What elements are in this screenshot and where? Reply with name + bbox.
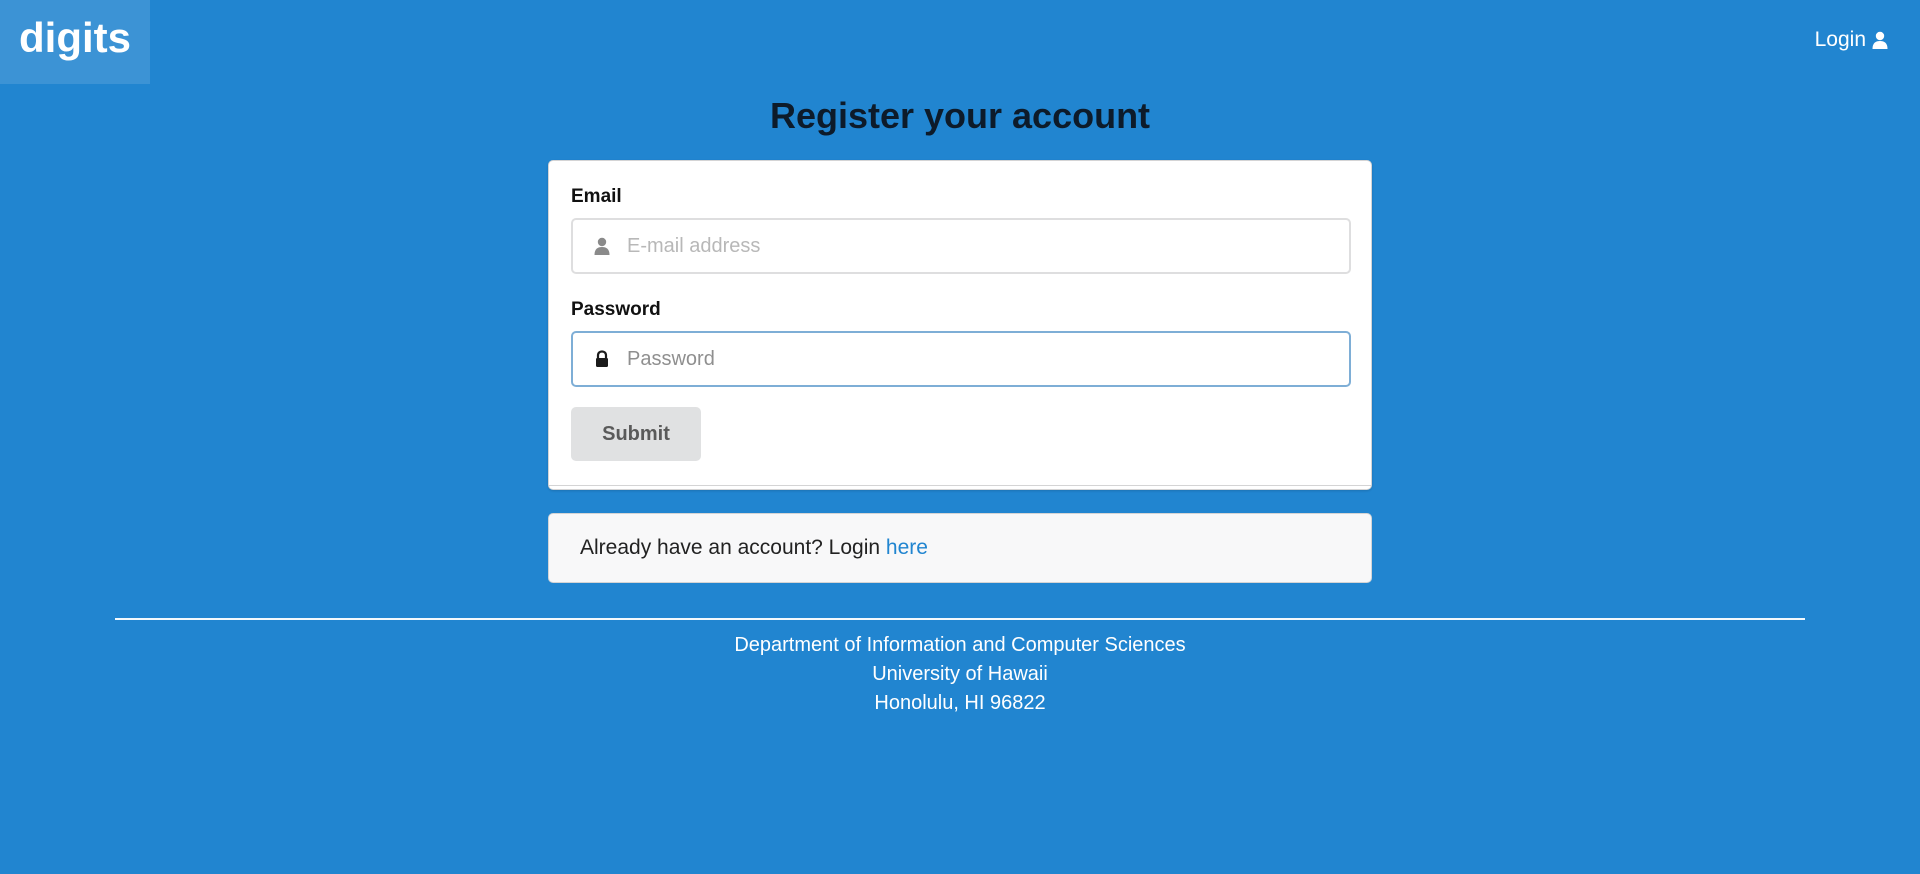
email-field-wrapper[interactable] — [571, 218, 1351, 274]
footer-department: Department of Information and Computer S… — [734, 634, 1186, 656]
email-label: Email — [571, 186, 622, 207]
footer-university: University of Hawaii — [872, 663, 1048, 685]
password-label: Password — [571, 299, 661, 320]
lock-icon — [593, 350, 611, 368]
page-title: Register your account — [769, 95, 1151, 136]
login-message-text: Already have an account? Login — [580, 536, 886, 559]
top-navbar: digits Login — [0, 0, 1920, 84]
password-field-wrapper[interactable] — [571, 331, 1351, 387]
register-form: Email Password Submit — [548, 160, 1372, 490]
login-message: Already have an account? Login here — [548, 513, 1372, 583]
footer: Department of Information and Computer S… — [0, 631, 1920, 718]
login-menu-button[interactable]: Login — [1815, 24, 1888, 56]
brand-logo-link[interactable]: digits — [0, 0, 150, 84]
login-here-link[interactable]: here — [886, 536, 928, 560]
footer-address: Honolulu, HI 96822 — [874, 692, 1046, 714]
login-label: Login — [1814, 28, 1866, 51]
password-input[interactable] — [627, 333, 1327, 385]
submit-button[interactable]: Submit — [571, 407, 701, 461]
user-icon — [1872, 31, 1888, 49]
email-input[interactable] — [627, 220, 1327, 272]
user-icon — [593, 237, 611, 255]
footer-divider — [115, 618, 1805, 620]
